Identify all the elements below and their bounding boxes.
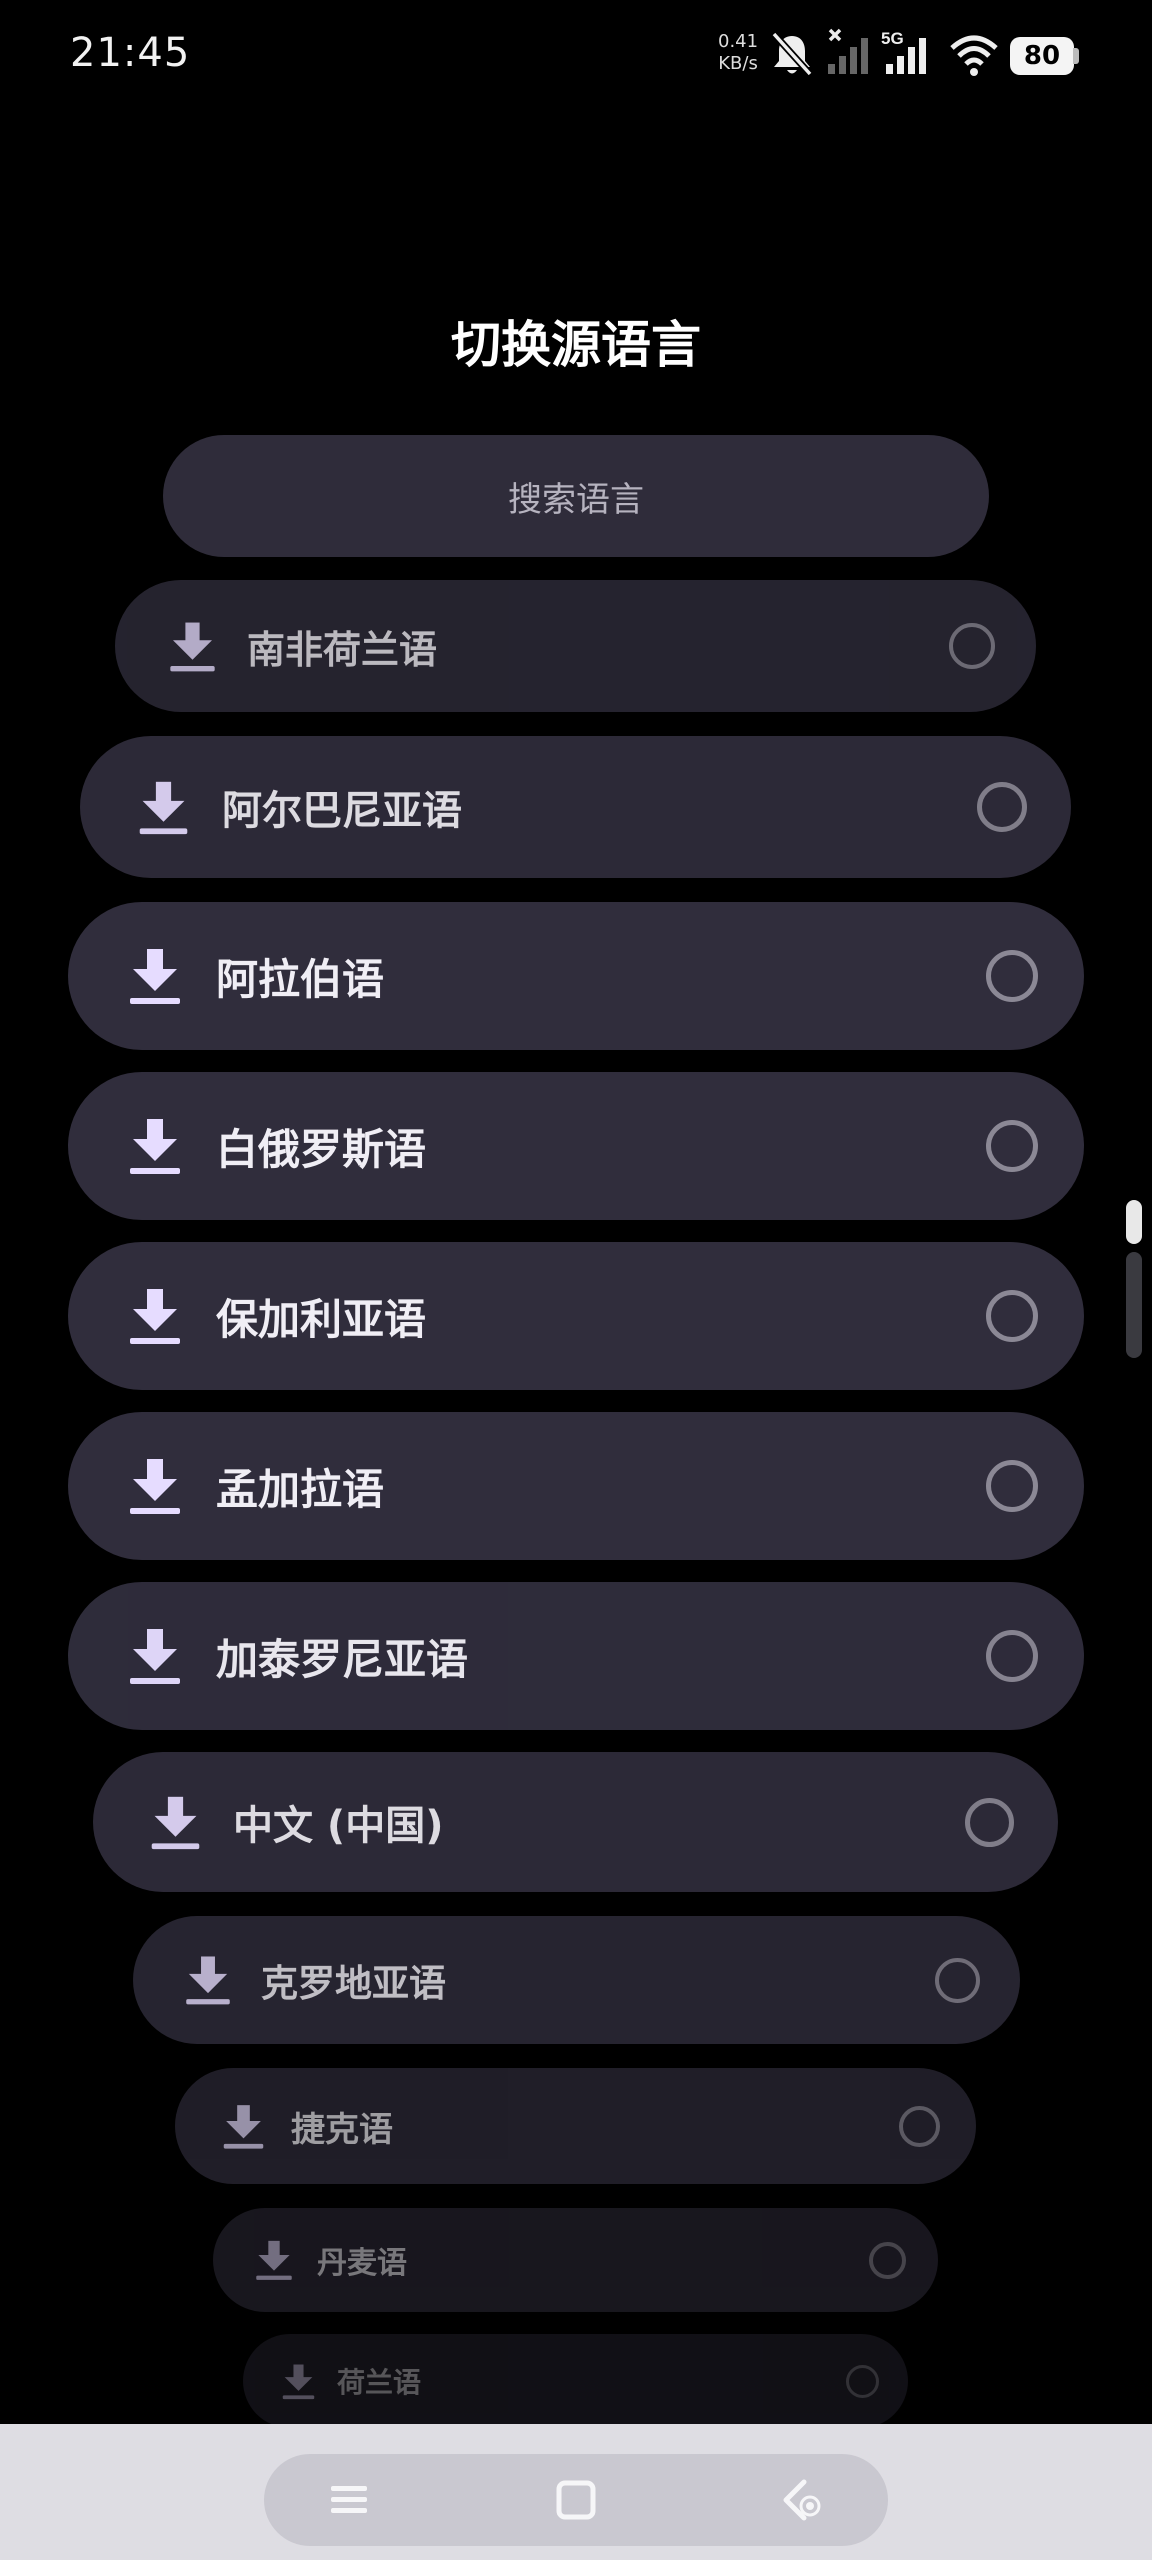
nav-menu-button[interactable]	[294, 2454, 404, 2546]
language-label: 南非荷兰语	[247, 627, 438, 672]
language-label: 加泰罗尼亚语	[216, 1634, 469, 1684]
home-icon	[556, 2480, 596, 2520]
search-language-button[interactable]: 搜索语言	[163, 435, 989, 557]
language-label: 孟加拉语	[216, 1464, 385, 1514]
signal-5g-icon: 5G	[881, 29, 926, 74]
download-icon[interactable]	[124, 1115, 186, 1177]
language-row[interactable]: 加泰罗尼亚语	[68, 1582, 1084, 1730]
language-label: 克罗地亚语	[261, 1962, 446, 2005]
language-row[interactable]: 荷兰语	[243, 2334, 908, 2428]
download-icon[interactable]	[124, 1455, 186, 1517]
language-radio[interactable]	[949, 623, 995, 669]
language-label: 荷兰语	[337, 2366, 422, 2399]
nav-home-button[interactable]	[521, 2454, 631, 2546]
status-time: 21:45	[70, 30, 191, 76]
language-radio[interactable]	[986, 1120, 1038, 1172]
download-icon[interactable]	[146, 1793, 205, 1852]
language-radio[interactable]	[986, 1460, 1038, 1512]
language-row[interactable]: 保加利亚语	[68, 1242, 1084, 1390]
menu-icon	[331, 2486, 367, 2513]
language-radio[interactable]	[899, 2106, 940, 2147]
language-radio[interactable]	[986, 950, 1038, 1002]
language-label: 阿拉伯语	[216, 954, 385, 1004]
page-title: 切换源语言	[451, 316, 701, 374]
status-bar: 21:45 0.41 KB/s 5G 80	[0, 0, 1152, 115]
language-radio[interactable]	[986, 1290, 1038, 1342]
scrollbar-thumb[interactable]	[1126, 1200, 1142, 1244]
language-radio[interactable]	[965, 1798, 1014, 1847]
language-row[interactable]: 克罗地亚语	[133, 1916, 1020, 2044]
language-radio[interactable]	[869, 2242, 906, 2279]
language-radio[interactable]	[846, 2365, 879, 2398]
download-icon[interactable]	[219, 2102, 268, 2151]
language-row[interactable]: 孟加拉语	[68, 1412, 1084, 1560]
network-speed-unit: KB/s	[718, 53, 758, 74]
language-radio[interactable]	[986, 1630, 1038, 1682]
network-speed: 0.41 KB/s	[718, 31, 758, 75]
language-radio[interactable]	[977, 782, 1027, 832]
download-icon[interactable]	[181, 1953, 235, 2007]
battery-indicator: 80	[1010, 37, 1074, 75]
network-speed-value: 0.41	[718, 31, 759, 52]
language-label: 阿尔巴尼亚语	[222, 788, 462, 834]
scrollbar-track[interactable]	[1126, 1252, 1142, 1358]
search-language-label: 搜索语言	[508, 479, 644, 520]
download-icon[interactable]	[252, 2238, 296, 2282]
language-row[interactable]: 阿尔巴尼亚语	[80, 736, 1071, 878]
language-row[interactable]: 捷克语	[175, 2068, 976, 2184]
download-icon[interactable]	[124, 1285, 186, 1347]
nav-back-button[interactable]	[748, 2454, 858, 2546]
language-label: 捷克语	[291, 2109, 393, 2150]
download-icon[interactable]	[279, 2362, 318, 2401]
language-row[interactable]: 白俄罗斯语	[68, 1072, 1084, 1220]
language-label: 保加利亚语	[216, 1294, 427, 1344]
navigation-pill	[264, 2454, 888, 2546]
language-label: 中文 (中国)	[233, 1803, 444, 1849]
language-row[interactable]: 南非荷兰语	[115, 580, 1036, 712]
screen: 21:45 0.41 KB/s 5G 80 切换源语言 搜索语言 南非荷兰语 阿…	[0, 0, 1152, 2560]
language-row[interactable]: 丹麦语	[213, 2208, 938, 2312]
language-label: 丹麦语	[317, 2246, 407, 2281]
download-icon[interactable]	[124, 945, 186, 1007]
language-label: 白俄罗斯语	[216, 1124, 427, 1174]
language-row[interactable]: 阿拉伯语	[68, 902, 1084, 1050]
wifi-icon	[950, 35, 998, 76]
language-radio[interactable]	[935, 1958, 980, 2003]
language-row[interactable]: 中文 (中国)	[93, 1752, 1058, 1892]
battery-tip	[1073, 48, 1079, 64]
network-type: 5G	[881, 29, 904, 48]
download-icon[interactable]	[124, 1625, 186, 1687]
download-icon[interactable]	[165, 619, 220, 674]
muted-bell-icon	[771, 31, 813, 77]
signal-no-service-icon	[828, 28, 868, 74]
download-icon[interactable]	[134, 778, 193, 837]
navigation-bar	[0, 2424, 1152, 2560]
back-icon	[783, 2479, 821, 2521]
